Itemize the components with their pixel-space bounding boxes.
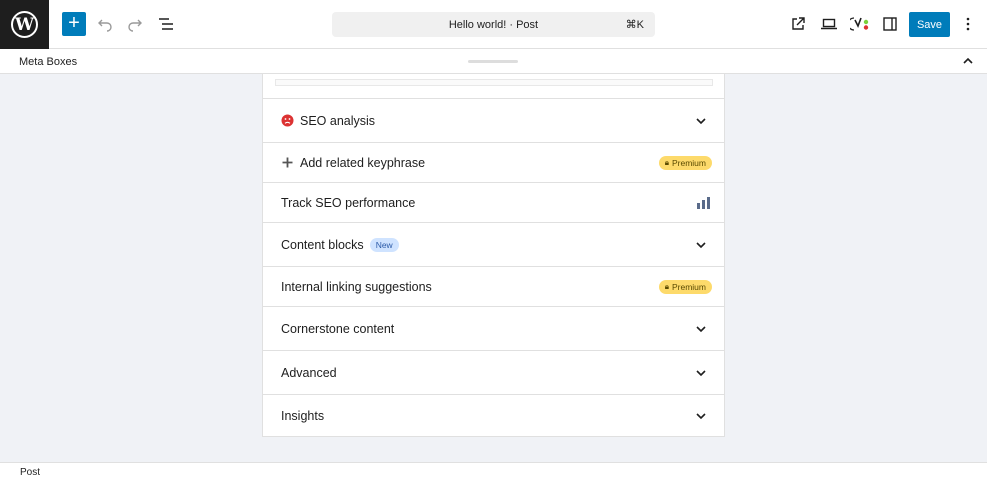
breadcrumb-post[interactable]: Post [20, 467, 40, 478]
add-block-button[interactable]: + [62, 12, 86, 36]
meta-boxes-bar: Meta Boxes [0, 49, 987, 74]
row-label: Add related keyphrase [300, 155, 426, 170]
chevron-down-icon [694, 322, 708, 336]
row-label: Cornerstone content [281, 321, 395, 336]
redo-icon[interactable] [124, 13, 146, 35]
insights-row[interactable]: Insights [263, 394, 724, 437]
lock-icon: 🔒︎ [664, 281, 669, 291]
content-blocks-row[interactable]: Content blocks New [263, 222, 724, 266]
row-label: Internal linking suggestions [281, 279, 432, 294]
save-button[interactable]: Save [909, 12, 950, 37]
seo-analysis-row[interactable]: SEO analysis [263, 98, 724, 142]
bar-chart-icon [697, 196, 710, 209]
wordpress-logo-button[interactable]: W [0, 0, 49, 49]
external-link-icon[interactable] [787, 13, 809, 35]
meta-boxes-label: Meta Boxes [19, 56, 78, 68]
chevron-down-icon [694, 114, 708, 128]
advanced-row[interactable]: Advanced [263, 350, 724, 394]
track-seo-performance-row[interactable]: Track SEO performance [263, 182, 724, 222]
row-label: Advanced [281, 365, 337, 380]
yoast-seo-panel: SEO analysis Add related keyphrase 🔒︎ Pre… [262, 74, 725, 437]
row-label: Content blocks [281, 237, 364, 252]
row-label: Insights [281, 409, 325, 423]
chevron-down-icon [694, 366, 708, 380]
premium-badge: 🔒︎ Premium [658, 279, 712, 294]
chevron-down-icon [694, 238, 708, 252]
row-label: SEO analysis [300, 113, 376, 128]
lock-icon: 🔒︎ [664, 157, 669, 167]
internal-linking-suggestions-row[interactable]: Internal linking suggestions 🔒︎ Premium [263, 266, 724, 306]
add-related-keyphrase-row[interactable]: Add related keyphrase 🔒︎ Premium [263, 142, 724, 182]
more-options-icon[interactable] [957, 13, 979, 35]
chevron-down-icon [694, 409, 708, 423]
premium-badge: 🔒︎ Premium [658, 155, 712, 170]
row-label: Track SEO performance [281, 195, 416, 210]
status-bar: Post [0, 462, 987, 481]
plus-icon [281, 156, 294, 169]
new-badge: New [369, 237, 399, 252]
collapse-chevron-up-icon[interactable] [961, 54, 975, 68]
device-preview-icon[interactable] [818, 13, 840, 35]
snippet-field[interactable] [275, 79, 713, 86]
sad-face-icon [281, 114, 294, 127]
document-title: Hello world! · Post [448, 18, 539, 31]
resize-handle[interactable] [468, 60, 518, 63]
list-view-icon[interactable] [155, 13, 177, 35]
cornerstone-content-row[interactable]: Cornerstone content [263, 306, 724, 350]
command-shortcut: ⌘K [625, 19, 644, 31]
wordpress-logo-icon: W [11, 11, 38, 38]
yoast-icon[interactable] [849, 13, 871, 35]
sidebar-toggle-icon[interactable] [879, 13, 901, 35]
document-title-bar[interactable]: Hello world! · Post ⌘K [332, 12, 655, 37]
undo-icon[interactable] [94, 13, 116, 35]
editor-toolbar: W + Hello world! · Post ⌘K Save [0, 0, 987, 49]
